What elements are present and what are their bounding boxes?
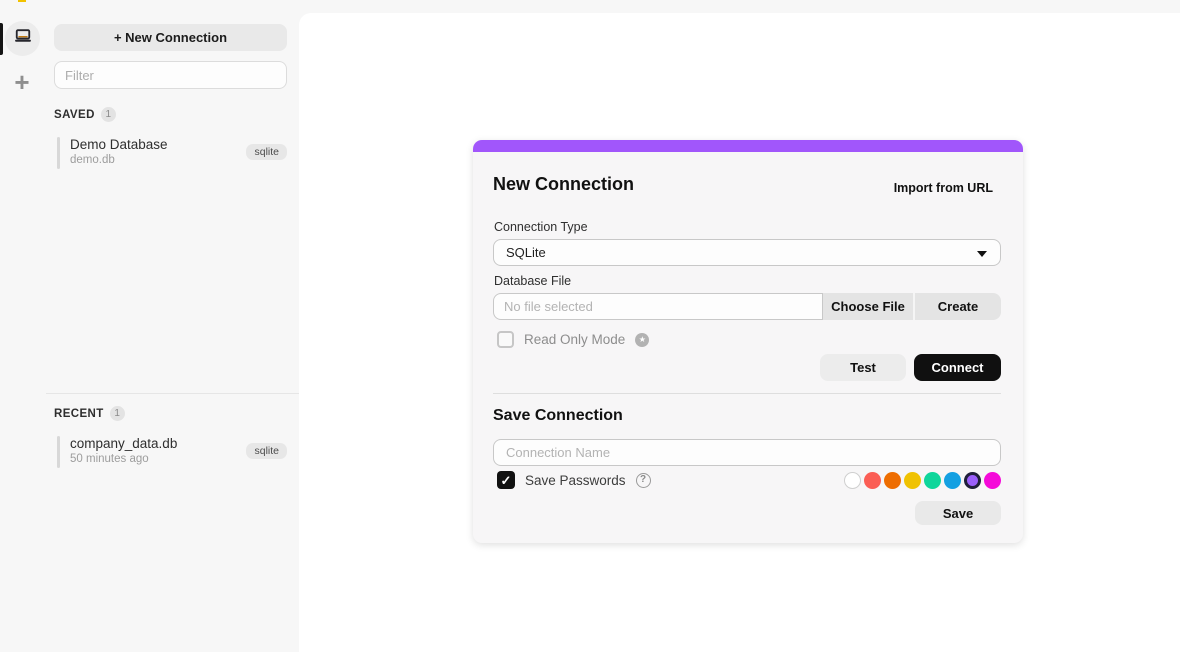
help-icon[interactable] xyxy=(636,473,651,488)
card-divider xyxy=(493,393,1001,394)
connection-title: company_data.db xyxy=(70,435,177,452)
saved-connection-item[interactable]: Demo Database demo.db sqlite xyxy=(54,136,291,170)
color-swatches xyxy=(844,472,1001,489)
read-only-checkbox[interactable] xyxy=(497,331,514,348)
connection-type-select[interactable]: SQLite xyxy=(493,239,1001,266)
save-connection-title: Save Connection xyxy=(493,407,623,425)
test-button[interactable]: Test xyxy=(820,354,906,381)
save-passwords-label: Save Passwords xyxy=(525,473,626,488)
connection-texts: Demo Database demo.db xyxy=(70,136,168,168)
database-file-input[interactable] xyxy=(493,293,823,320)
logo-fragment xyxy=(18,0,26,2)
active-tab-indicator xyxy=(0,23,3,55)
new-connection-card: New Connection Import from URL Connectio… xyxy=(473,140,1023,543)
save-passwords-row: Save Passwords xyxy=(497,471,651,489)
app-window: + New Connection SAVED 1 Demo Database d… xyxy=(0,0,1180,652)
connection-name-input[interactable] xyxy=(493,439,1001,466)
filter-input[interactable] xyxy=(54,61,287,89)
connection-title: Demo Database xyxy=(70,136,168,153)
database-file-label: Database File xyxy=(494,274,571,288)
color-swatch-blue[interactable] xyxy=(944,472,961,489)
new-connection-button[interactable]: + New Connection xyxy=(54,24,287,51)
pro-feature-star-icon xyxy=(635,333,649,347)
save-button[interactable]: Save xyxy=(915,501,1001,525)
color-swatch-red[interactable] xyxy=(864,472,881,489)
color-swatch-magenta[interactable] xyxy=(984,472,1001,489)
connection-accent-bar xyxy=(57,436,60,468)
connection-type-badge: sqlite xyxy=(246,443,287,459)
choose-file-button[interactable]: Choose File xyxy=(823,293,913,320)
connect-button[interactable]: Connect xyxy=(914,354,1001,381)
read-only-label: Read Only Mode xyxy=(524,332,625,347)
connection-type-value: SQLite xyxy=(506,245,546,260)
save-passwords-checkbox[interactable] xyxy=(497,471,515,489)
connection-texts: company_data.db 50 minutes ago xyxy=(70,435,177,467)
database-file-row: Choose File Create xyxy=(493,293,1001,320)
laptop-icon xyxy=(13,26,33,51)
card-title: New Connection xyxy=(493,174,634,195)
card-accent-bar xyxy=(473,140,1023,152)
color-swatch-green[interactable] xyxy=(924,472,941,489)
recent-connection-item[interactable]: company_data.db 50 minutes ago sqlite xyxy=(54,435,291,469)
add-connection-icon[interactable] xyxy=(9,69,35,95)
color-swatch-yellow[interactable] xyxy=(904,472,921,489)
card-actions: Test Connect xyxy=(820,354,1001,381)
import-from-url-link[interactable]: Import from URL xyxy=(894,181,993,195)
sidebar: + New Connection SAVED 1 Demo Database d… xyxy=(46,13,299,652)
recent-section-label: RECENT xyxy=(54,408,104,420)
connection-subtitle: demo.db xyxy=(70,153,168,168)
connection-type-label: Connection Type xyxy=(494,220,588,234)
create-file-button[interactable]: Create xyxy=(913,293,1001,320)
color-swatch-purple[interactable] xyxy=(964,472,981,489)
sidebar-divider xyxy=(46,393,299,394)
recent-count-badge: 1 xyxy=(110,406,125,421)
saved-count-badge: 1 xyxy=(101,107,116,122)
connections-tab-button[interactable] xyxy=(5,21,40,56)
saved-section-header: SAVED 1 xyxy=(54,107,116,122)
color-swatch-orange[interactable] xyxy=(884,472,901,489)
saved-section-label: SAVED xyxy=(54,109,95,121)
chevron-down-icon xyxy=(977,251,987,257)
icon-rail xyxy=(0,13,46,652)
connection-type-badge: sqlite xyxy=(246,144,287,160)
recent-section-header: RECENT 1 xyxy=(54,406,125,421)
color-swatch-white[interactable] xyxy=(844,472,861,489)
connection-accent-bar xyxy=(57,137,60,169)
read-only-row: Read Only Mode xyxy=(497,331,649,348)
connection-subtitle: 50 minutes ago xyxy=(70,452,177,467)
